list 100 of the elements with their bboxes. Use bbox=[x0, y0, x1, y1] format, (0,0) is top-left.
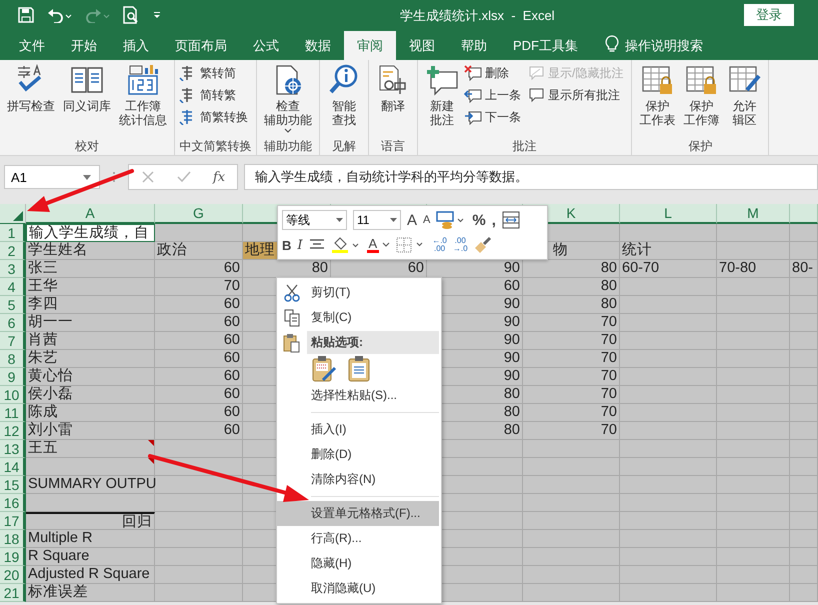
table-cell: 80 bbox=[523, 296, 620, 314]
ribbon-button[interactable]: 下一条 bbox=[464, 106, 525, 128]
ribbon-button[interactable]: 删除 bbox=[464, 62, 525, 84]
menu-item[interactable]: 设置单元格格式(F)... bbox=[277, 501, 439, 526]
ribbon-button[interactable]: 拼写检查 bbox=[4, 62, 58, 115]
row-header[interactable]: 1 bbox=[0, 224, 26, 242]
percent-button[interactable]: % bbox=[472, 212, 486, 228]
column-width-icon[interactable] bbox=[502, 211, 520, 229]
menu-item[interactable]: 清除内容(N) bbox=[307, 467, 439, 492]
table-cell: 陈成 bbox=[26, 404, 155, 422]
column-header[interactable] bbox=[790, 204, 818, 224]
row-header[interactable]: 12 bbox=[0, 422, 26, 440]
row-header[interactable]: 7 bbox=[0, 332, 26, 350]
ribbon-tab[interactable]: 数据 bbox=[292, 31, 344, 60]
comment-icon bbox=[527, 87, 545, 103]
ribbon-button[interactable]: 简繁转换 bbox=[179, 106, 252, 128]
ribbon-tab[interactable]: 公式 bbox=[240, 31, 292, 60]
table-cell: 学生姓名 bbox=[26, 242, 155, 260]
protect-button[interactable]: 保护 工作表 bbox=[636, 62, 678, 129]
protect-button[interactable]: 保护 工作簿 bbox=[680, 62, 722, 129]
customize-caret-icon[interactable] bbox=[152, 10, 162, 20]
row-header[interactable]: 19 bbox=[0, 548, 26, 566]
drag-handle-icon[interactable] bbox=[112, 171, 116, 183]
caret-icon bbox=[382, 242, 390, 248]
ribbon-tab[interactable]: 视图 bbox=[396, 31, 448, 60]
ribbon-tab[interactable]: 开始 bbox=[58, 31, 110, 60]
lock-grid-icon bbox=[640, 64, 674, 96]
table-cell bbox=[790, 386, 818, 404]
row-header[interactable]: 13 bbox=[0, 440, 26, 458]
ribbon-button[interactable]: 检查 辅助功能 bbox=[261, 62, 315, 136]
increase-decimal-button[interactable]: ←.0 .00 bbox=[432, 237, 447, 253]
row-header[interactable]: 10 bbox=[0, 386, 26, 404]
ribbon-button[interactable]: 工作簿 统计信息 bbox=[116, 62, 170, 129]
table-cell bbox=[790, 296, 818, 314]
triangle-icon bbox=[13, 211, 23, 221]
row-header[interactable]: 6 bbox=[0, 314, 26, 332]
column-header[interactable]: A bbox=[26, 204, 155, 224]
row-header[interactable]: 2 bbox=[0, 242, 26, 260]
group-label: 见解 bbox=[331, 138, 357, 155]
column-header[interactable]: M bbox=[717, 204, 790, 224]
ribbon-button[interactable]: 显示所有批注 bbox=[527, 84, 628, 106]
row-header[interactable]: 9 bbox=[0, 368, 26, 386]
menu-item[interactable]: 隐藏(H) bbox=[307, 551, 439, 576]
row-header[interactable]: 3 bbox=[0, 260, 26, 278]
row-header[interactable]: 11 bbox=[0, 404, 26, 422]
undo-icon[interactable] bbox=[46, 7, 72, 23]
decrease-decimal-button[interactable]: .00 →.0 bbox=[452, 237, 468, 253]
row-header[interactable]: 8 bbox=[0, 350, 26, 368]
ribbon-tab[interactable]: 页面布局 bbox=[162, 31, 240, 60]
row-header[interactable]: 15 bbox=[0, 476, 26, 494]
ribbon-button[interactable]: 简转繁 bbox=[179, 84, 252, 106]
ribbon-button[interactable]: 翻译 bbox=[373, 62, 413, 115]
column-header[interactable]: L bbox=[620, 204, 717, 224]
row-header[interactable]: 18 bbox=[0, 530, 26, 548]
ribbon-button[interactable]: 繁转简 bbox=[179, 62, 252, 84]
row-header[interactable]: 17 bbox=[0, 512, 26, 530]
ribbon-button[interactable]: 上一条 bbox=[464, 84, 525, 106]
insert-function-button[interactable]: fx bbox=[213, 170, 226, 184]
ribbon-button[interactable]: 同义词库 bbox=[60, 62, 114, 115]
table-cell: 60 bbox=[155, 368, 243, 386]
ribbon-tab[interactable]: 帮助 bbox=[448, 31, 500, 60]
menu-item[interactable]: 取消隐藏(U) bbox=[307, 576, 439, 601]
shrink-font-button[interactable]: A bbox=[423, 214, 430, 226]
formula-field[interactable]: 输入学生成绩，自动统计学科的平均分等数据。 bbox=[244, 164, 818, 190]
currency-format-icon[interactable] bbox=[436, 211, 466, 229]
row-header[interactable]: 21 bbox=[0, 584, 26, 602]
menu-item[interactable]: 删除(D) bbox=[307, 442, 439, 467]
select-all-button[interactable] bbox=[0, 204, 26, 224]
font-color-button[interactable]: A bbox=[366, 237, 390, 253]
font-size-field[interactable]: 11 bbox=[353, 210, 401, 230]
ribbon-tab[interactable]: 文件 bbox=[6, 31, 58, 60]
row-header[interactable]: 16 bbox=[0, 494, 26, 512]
ribbon-button[interactable]: 智能 查找 bbox=[324, 62, 364, 129]
row-header[interactable]: 4 bbox=[0, 278, 26, 296]
row-header[interactable]: 5 bbox=[0, 296, 26, 314]
tell-me-search[interactable]: 操作说明搜索 bbox=[625, 31, 703, 60]
login-button[interactable]: 登录 bbox=[744, 4, 794, 26]
save-icon[interactable] bbox=[18, 7, 34, 23]
format-painter-icon[interactable] bbox=[474, 236, 492, 254]
grow-font-button[interactable]: A bbox=[407, 212, 418, 228]
column-header[interactable]: G bbox=[155, 204, 243, 224]
ribbon-button[interactable]: 新建 批注 bbox=[422, 62, 462, 129]
group-label: 辅助功能 bbox=[263, 138, 313, 155]
menu-item[interactable]: 行高(R)... bbox=[307, 526, 439, 551]
fill-color-icon[interactable] bbox=[330, 236, 361, 254]
paste-formatting-icon[interactable] bbox=[311, 355, 339, 383]
ribbon-tab[interactable]: 插入 bbox=[110, 31, 162, 60]
caret-icon bbox=[390, 218, 397, 222]
table-cell: R Square bbox=[26, 548, 155, 566]
ribbon-button[interactable]: 允许 辑区 bbox=[724, 62, 764, 129]
comma-style-button[interactable]: , bbox=[492, 212, 496, 228]
name-box[interactable]: A1 bbox=[4, 165, 100, 189]
table-cell: 刘小雷 bbox=[26, 422, 155, 440]
ribbon-tab[interactable]: 审阅 bbox=[344, 31, 396, 60]
ribbon-tab[interactable]: PDF工具集 bbox=[500, 31, 591, 60]
font-name-field[interactable]: 等线 bbox=[282, 210, 347, 230]
print-preview-icon[interactable] bbox=[122, 6, 140, 24]
table-cell: 70 bbox=[523, 386, 620, 404]
row-header[interactable]: 20 bbox=[0, 566, 26, 584]
row-header[interactable]: 14 bbox=[0, 458, 26, 476]
